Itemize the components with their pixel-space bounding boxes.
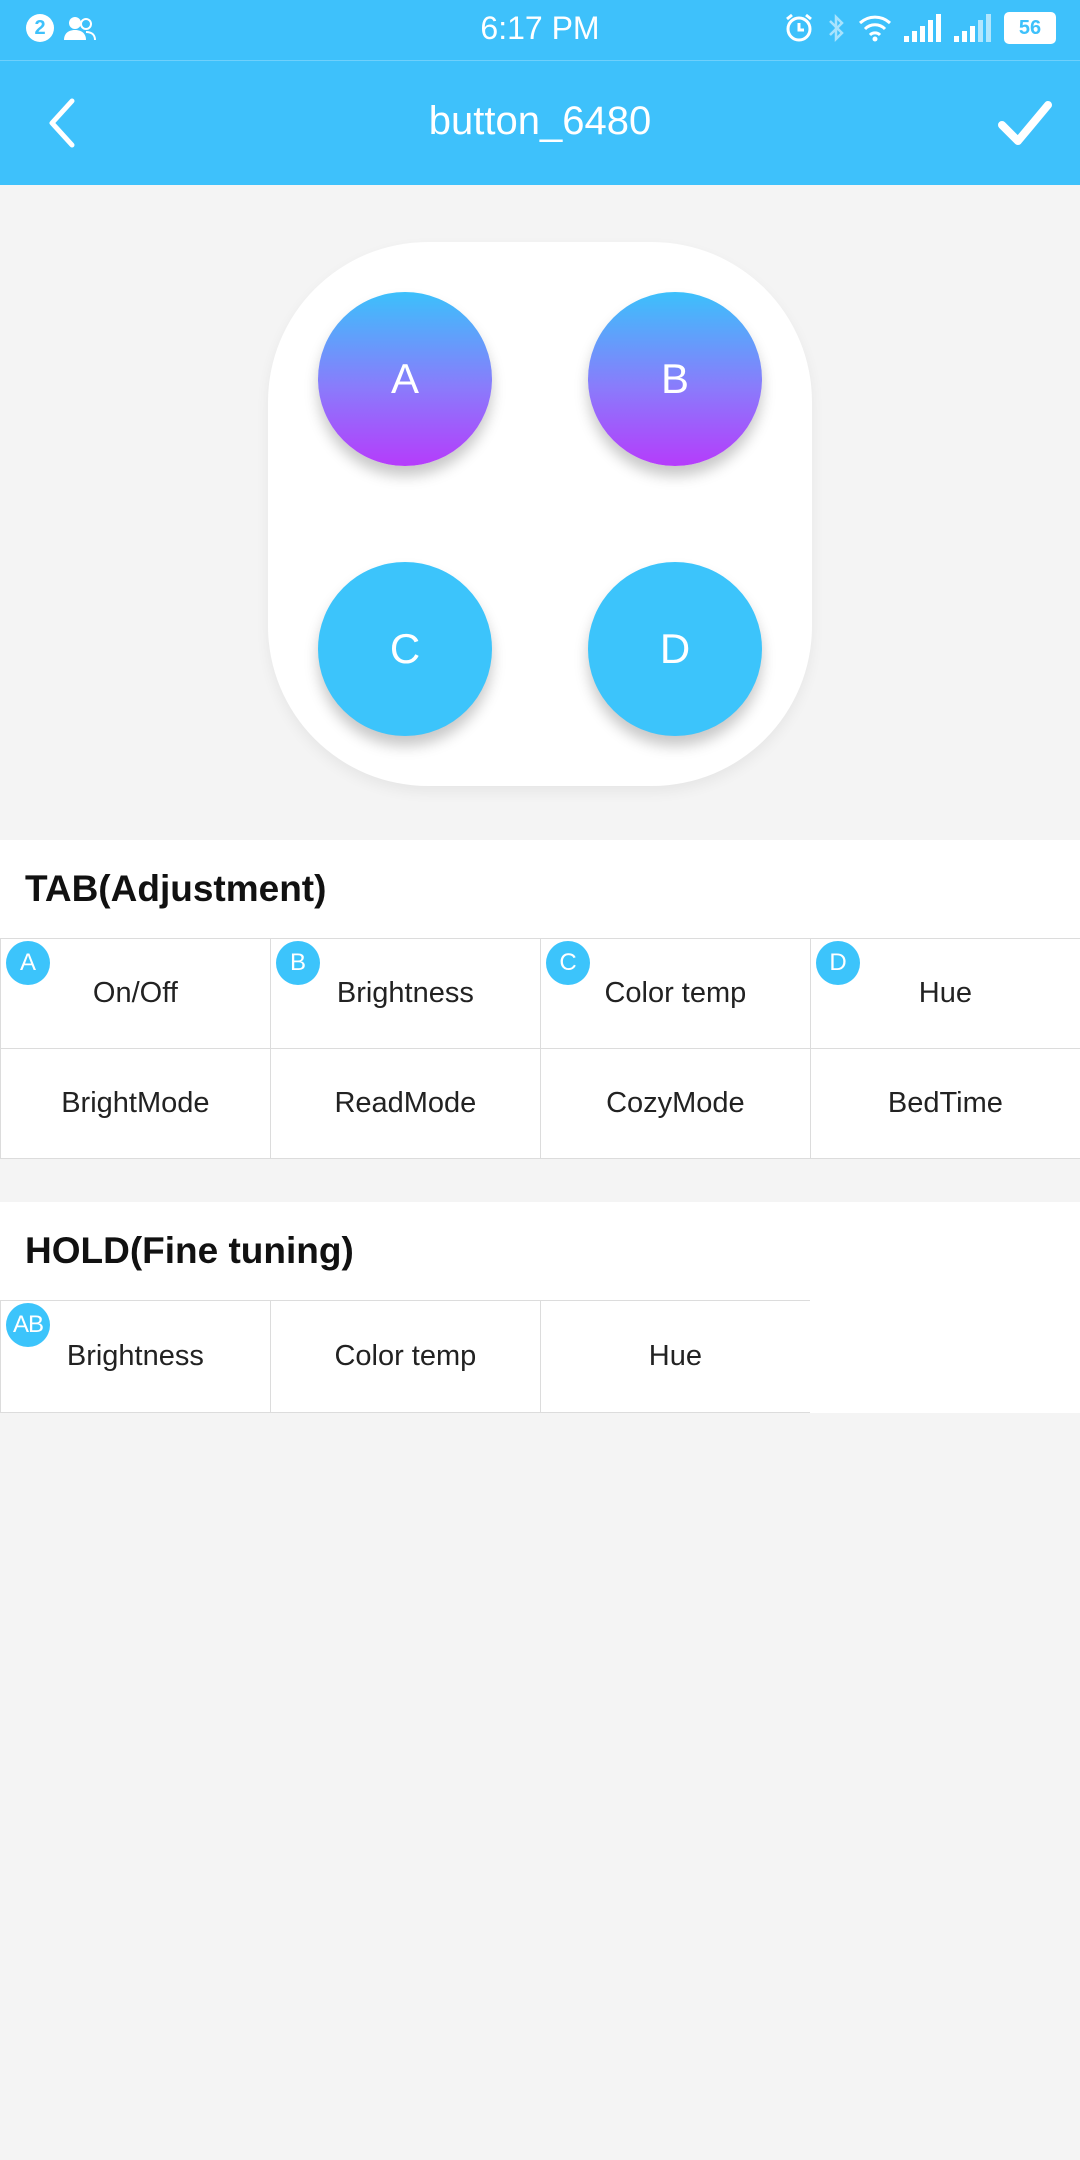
button-badge: C <box>546 941 590 985</box>
button-badge: A <box>6 941 50 985</box>
tab-section-title: TAB(Adjustment) <box>25 868 327 909</box>
hold-action-color-temp[interactable]: Color temp <box>270 1300 541 1413</box>
action-label: Color temp <box>334 1340 477 1372</box>
button-badge: D <box>816 941 860 985</box>
action-label: Hue <box>918 977 972 1009</box>
button-badge: AB <box>6 1303 50 1347</box>
signal-icon <box>904 14 941 42</box>
hold-action-brightness[interactable]: AB Brightness <box>0 1300 271 1413</box>
pad-button-label: A <box>390 355 419 402</box>
hold-actions-grid: AB Brightness Color temp Hue <box>0 1300 1080 1413</box>
pad-button-c[interactable]: C <box>318 562 492 736</box>
tab-action-color-temp[interactable]: C Color temp <box>540 938 811 1049</box>
pad-button-label: B <box>660 355 689 402</box>
hold-section-title: HOLD(Fine tuning) <box>25 1230 354 1271</box>
action-label: Brightness <box>66 1340 204 1372</box>
tab-action-read-mode[interactable]: ReadMode <box>270 1047 541 1159</box>
tab-action-bright-mode[interactable]: BrightMode <box>0 1047 271 1159</box>
tab-action-cozy-mode[interactable]: CozyMode <box>540 1047 811 1159</box>
tab-action-brightness[interactable]: B Brightness <box>270 938 541 1049</box>
hold-action-hue[interactable]: Hue <box>540 1300 811 1413</box>
page-title: button_6480 <box>428 99 652 143</box>
confirm-button[interactable] <box>990 91 1060 155</box>
tab-action-bed-time[interactable]: BedTime <box>810 1047 1080 1159</box>
action-label: Brightness <box>336 977 474 1009</box>
action-label: BrightMode <box>61 1086 210 1119</box>
status-bar: 2 6:17 PM 56 <box>0 0 1080 60</box>
action-label: ReadMode <box>334 1086 477 1119</box>
check-icon <box>998 101 1052 145</box>
hold-section-header: HOLD(Fine tuning) <box>0 1202 1080 1300</box>
pad-button-b[interactable]: B <box>588 292 762 466</box>
tab-action-on-off[interactable]: A On/Off <box>0 938 271 1049</box>
button-badge: B <box>276 941 320 985</box>
signal-2-icon <box>954 14 991 42</box>
pad-button-d[interactable]: D <box>588 562 762 736</box>
action-label: CozyMode <box>606 1086 745 1119</box>
action-label: BedTime <box>887 1086 1003 1119</box>
status-right: 56 <box>784 12 1056 44</box>
bluetooth-icon <box>829 13 844 43</box>
pad-button-label: C <box>389 625 421 672</box>
alarm-icon <box>786 13 812 42</box>
battery-indicator: 56 <box>1004 12 1056 44</box>
pad-button-label: D <box>659 625 691 672</box>
tab-section-header: TAB(Adjustment) <box>0 840 1080 938</box>
tab-actions-grid: A On/Off B Brightness C Color temp D Hue… <box>0 938 1080 1159</box>
wifi-icon <box>858 15 892 42</box>
hold-empty-slot <box>810 1300 1080 1413</box>
header-bar: button_6480 <box>0 60 1080 185</box>
action-label: On/Off <box>92 977 178 1009</box>
remote-pad: A B C D <box>268 242 812 786</box>
pad-button-a[interactable]: A <box>318 292 492 466</box>
tab-action-hue[interactable]: D Hue <box>810 938 1080 1049</box>
action-label: Color temp <box>604 977 747 1009</box>
action-label: Hue <box>648 1340 702 1372</box>
